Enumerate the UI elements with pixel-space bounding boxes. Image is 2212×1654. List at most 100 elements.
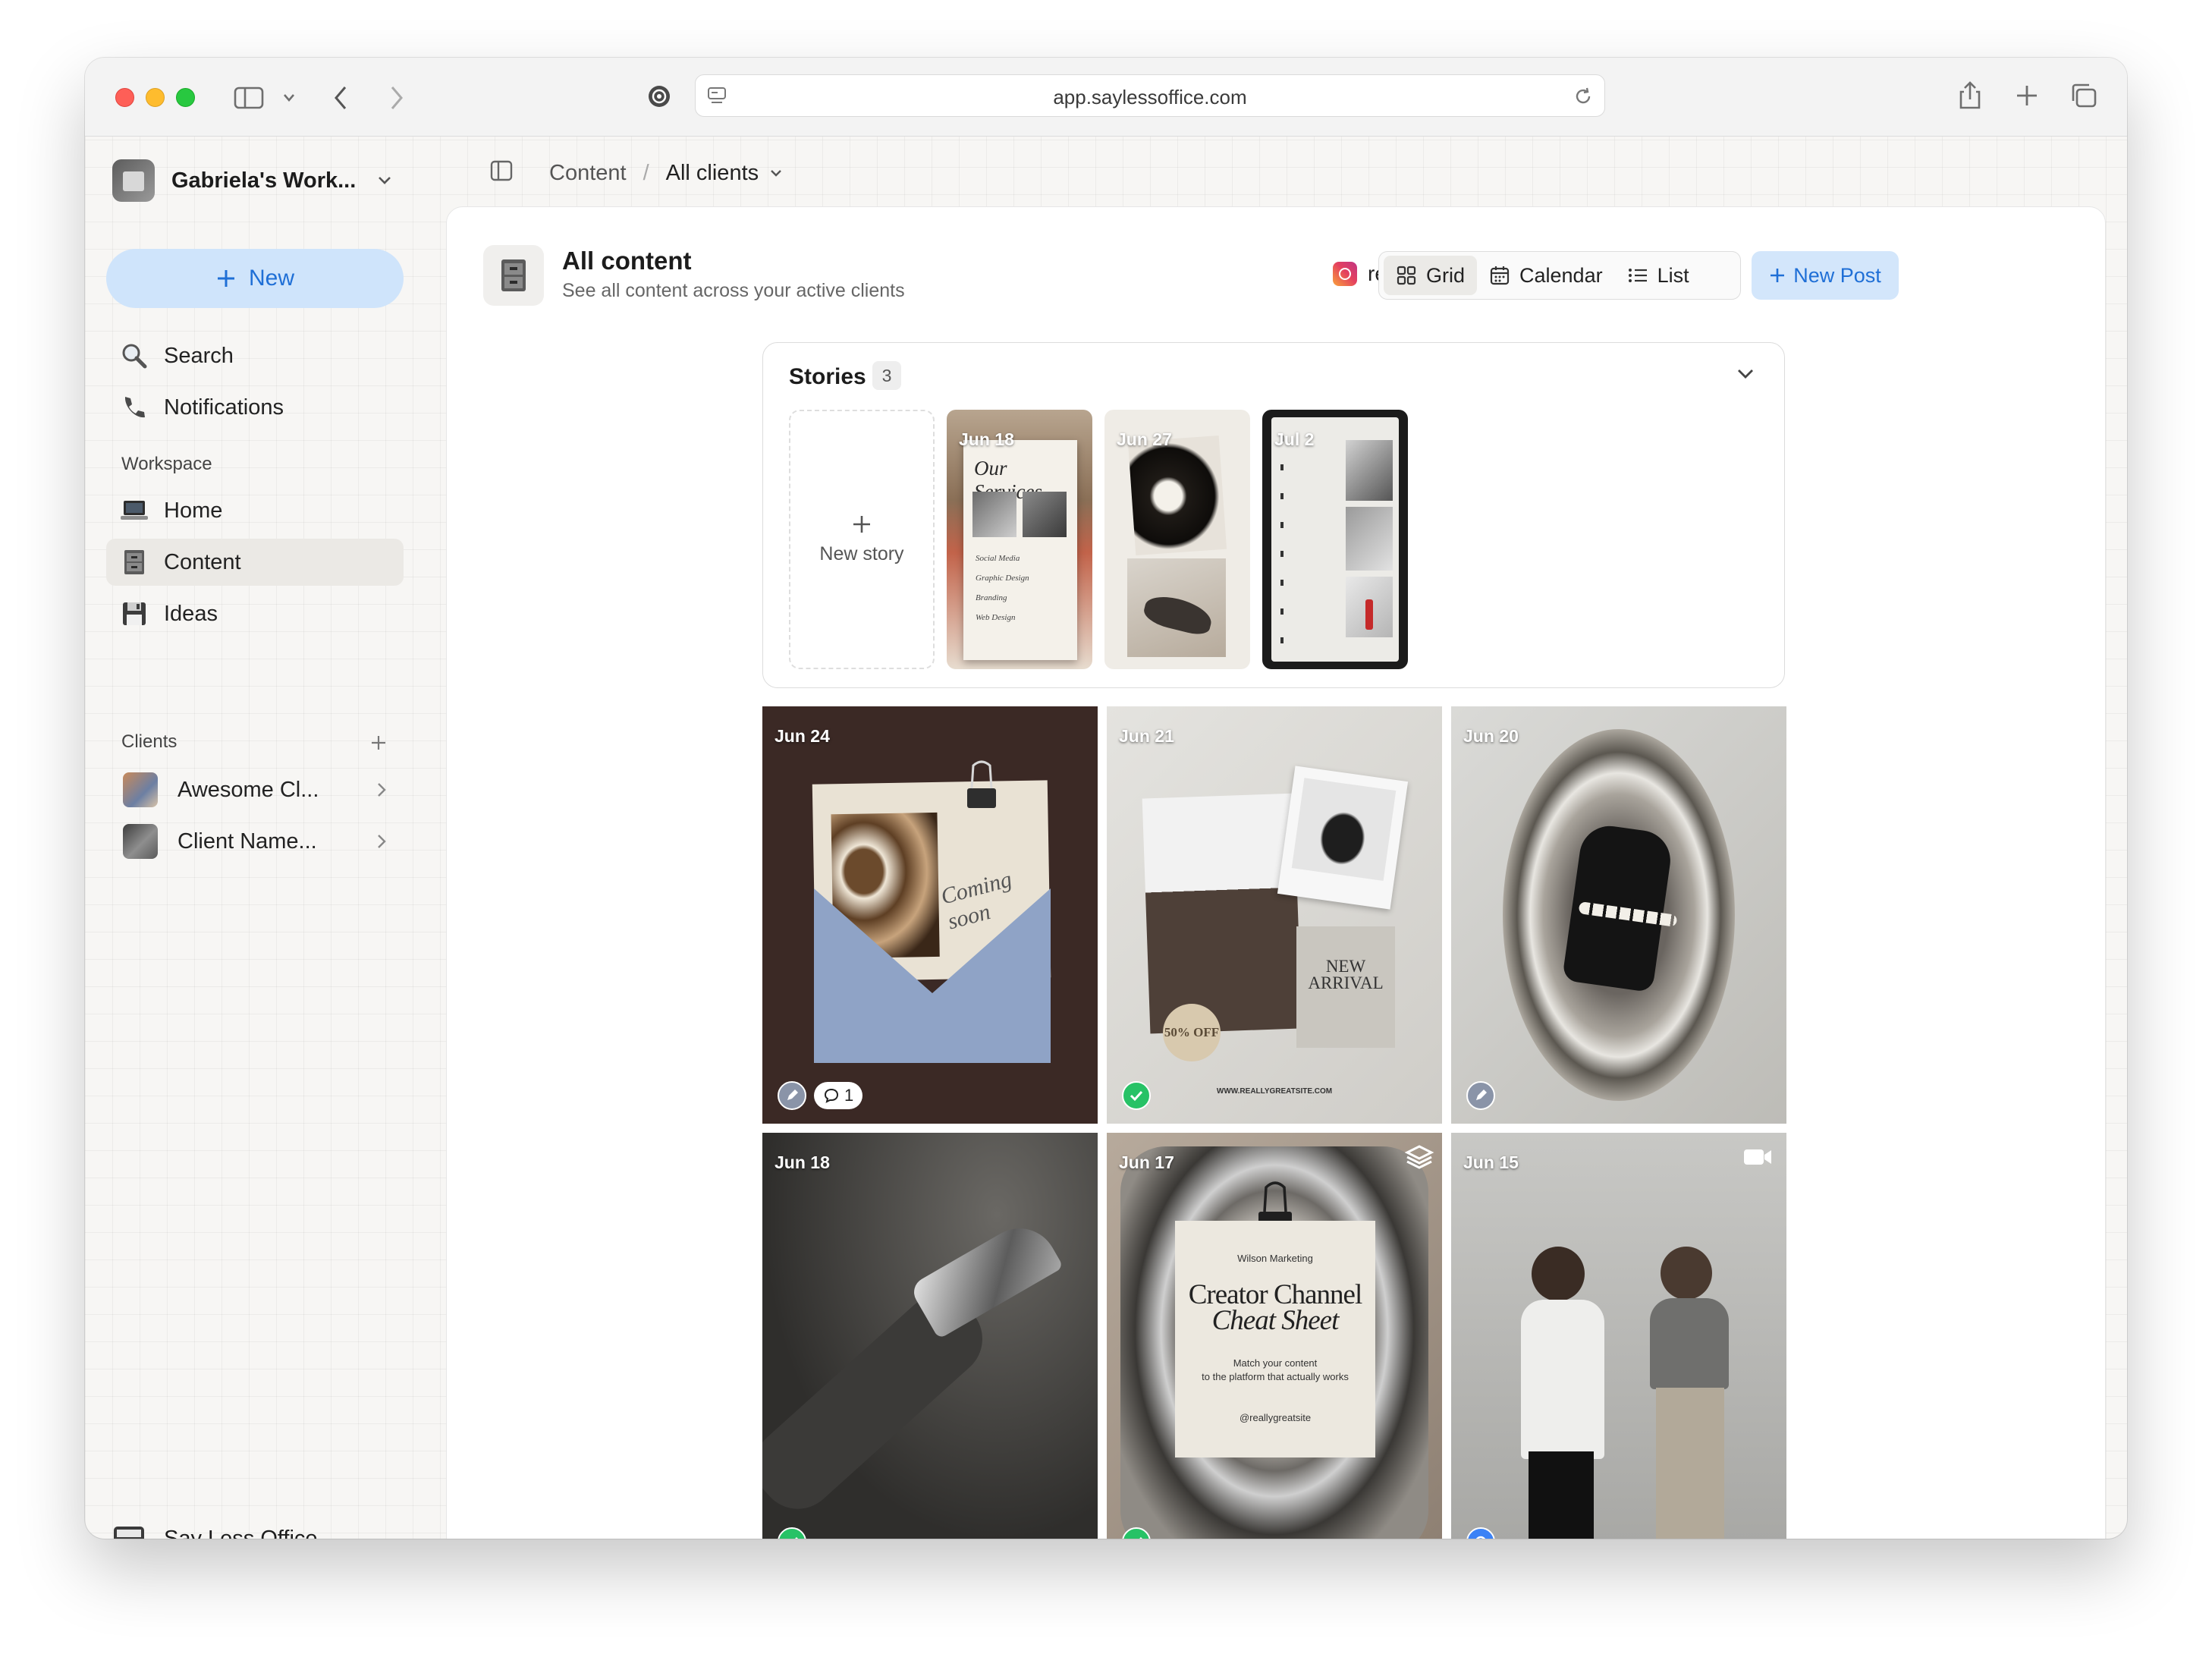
carousel-layers-icon <box>1404 1145 1434 1169</box>
brand-logo-icon <box>114 1527 144 1539</box>
card-kicker: Wilson Marketing <box>1237 1253 1313 1264</box>
post-photo <box>1142 793 1302 1034</box>
sidebar-item-search[interactable]: Search <box>106 332 404 379</box>
card-handle: @reallygreatsite <box>1239 1412 1312 1423</box>
share-icon[interactable] <box>1957 80 1983 111</box>
published-status-icon[interactable] <box>778 1527 806 1539</box>
breadcrumb-separator: / <box>643 160 649 185</box>
sidebar-client-awesome[interactable]: Awesome Cl... <box>106 766 404 813</box>
chevron-down-icon[interactable] <box>282 93 296 103</box>
stories-section: Stories 3 New story Our Services Social … <box>762 342 1785 688</box>
draft-status-icon[interactable] <box>778 1081 806 1110</box>
card-title-line2: Cheat Sheet <box>1211 1305 1340 1336</box>
tab-overview-icon[interactable] <box>2069 82 2098 109</box>
view-list-button[interactable]: List <box>1615 256 1701 295</box>
clients-section-label: Clients <box>121 731 178 752</box>
close-window-button[interactable] <box>115 88 134 107</box>
add-client-icon[interactable] <box>370 734 387 751</box>
content-cabinet-icon <box>483 245 544 306</box>
story-card[interactable]: Jun 27 <box>1104 410 1250 669</box>
new-story-label: New story <box>819 542 904 564</box>
new-story-button[interactable]: New story <box>789 410 935 669</box>
instagram-icon <box>1333 262 1357 286</box>
client-avatar <box>123 824 158 859</box>
post-tile[interactable]: Jun 15 <box>1451 1133 1786 1539</box>
story-line: Graphic Design <box>976 574 1029 583</box>
sidebar-item-label: Home <box>164 498 223 523</box>
new-post-button[interactable]: New Post <box>1752 251 1899 300</box>
comment-icon <box>824 1088 839 1103</box>
discount-seal: 50% OFF <box>1163 1004 1221 1061</box>
laptop-icon <box>118 495 150 527</box>
address-bar[interactable]: app.saylessoffice.com <box>695 74 1605 117</box>
collapse-chevron-icon[interactable] <box>1736 367 1755 381</box>
new-tab-icon[interactable] <box>2015 83 2039 108</box>
post-footer-text: WWW.REALLYGREATSITE.COM <box>1216 1087 1333 1096</box>
plus-icon <box>853 515 870 533</box>
card-body-line2: to the platform that actually works <box>1202 1371 1349 1382</box>
post-person-skirt <box>1656 1388 1724 1539</box>
reload-icon[interactable] <box>1573 86 1594 107</box>
comment-count: 1 <box>844 1086 854 1105</box>
post-tile[interactable]: Jun 18 <box>762 1133 1098 1539</box>
sidebar-client-label: Awesome Cl... <box>178 777 319 802</box>
new-button-label: New <box>248 266 294 291</box>
view-calendar-button[interactable]: Calendar <box>1477 256 1615 295</box>
breadcrumb-current[interactable]: All clients <box>666 161 759 186</box>
story-photo <box>1023 492 1067 537</box>
sidebar-toggle-icon[interactable] <box>234 86 264 109</box>
video-camera-icon <box>1744 1149 1771 1165</box>
view-grid-label: Grid <box>1426 263 1466 287</box>
privacy-icon[interactable] <box>646 83 672 109</box>
sidebar-client-name[interactable]: Client Name... <box>106 818 404 865</box>
breadcrumb-root[interactable]: Content <box>549 161 627 186</box>
story-notebook <box>1271 417 1399 662</box>
brand-footer[interactable]: Say Less Office. <box>112 1524 324 1539</box>
zoom-window-button[interactable] <box>176 88 195 107</box>
sidebar-item-content[interactable]: Content <box>106 539 404 586</box>
post-tile[interactable]: NEW ARRIVAL 50% OFF WWW.REALLYGREATSITE.… <box>1107 706 1442 1124</box>
story-card[interactable]: Our Services Social Media Graphic Design… <box>947 410 1092 669</box>
workspace-avatar <box>112 159 155 202</box>
minimize-window-button[interactable] <box>146 88 165 107</box>
post-tile[interactable]: Jun 20 <box>1451 706 1786 1124</box>
view-grid-button[interactable]: Grid <box>1384 256 1478 295</box>
chevron-down-icon[interactable] <box>769 168 783 178</box>
chevron-right-icon <box>378 783 386 797</box>
post-polaroid <box>1277 766 1409 910</box>
story-card[interactable]: Jul 2 <box>1262 410 1408 669</box>
panel-toggle-icon[interactable] <box>490 159 513 182</box>
forward-icon[interactable] <box>388 85 405 111</box>
sidebar-item-home[interactable]: Home <box>106 487 404 534</box>
sidebar: Gabriela's Work... New Search Notificati… <box>85 137 446 1539</box>
scheduled-status-icon[interactable] <box>1466 1527 1495 1539</box>
binder-clip-icon <box>967 760 996 808</box>
post-person-body <box>1650 1298 1729 1389</box>
post-person-head <box>1661 1247 1712 1300</box>
card-body-line1: Match your content <box>1233 1357 1318 1369</box>
comment-count-badge[interactable]: 1 <box>814 1082 863 1109</box>
url-text[interactable]: app.saylessoffice.com <box>696 86 1604 109</box>
post-tile[interactable]: Wilson Marketing Creator Channel Cheat S… <box>1107 1133 1442 1539</box>
new-button[interactable]: New <box>106 249 404 308</box>
post-paper-title: NEW ARRIVAL <box>1308 957 1384 992</box>
sidebar-item-label: Notifications <box>164 395 284 420</box>
post-date: Jun 18 <box>775 1152 830 1172</box>
workspace-switcher[interactable]: Gabriela's Work... <box>112 158 401 203</box>
post-date: Jun 20 <box>1463 726 1519 746</box>
sidebar-item-ideas[interactable]: Ideas <box>106 590 404 637</box>
brand-name: Say Less Office. <box>164 1526 324 1539</box>
post-note: NEW ARRIVAL <box>1296 926 1395 1048</box>
published-status-icon[interactable] <box>1122 1081 1151 1110</box>
page-title: All content <box>562 247 692 275</box>
browser-window: app.saylessoffice.com Gabriela's Work... <box>85 58 2127 1539</box>
post-date: Jun 21 <box>1119 726 1174 746</box>
sidebar-item-label: Ideas <box>164 601 218 626</box>
story-photo <box>1346 440 1393 501</box>
back-icon[interactable] <box>332 85 349 111</box>
story-photo <box>1346 577 1393 637</box>
draft-status-icon[interactable] <box>1466 1081 1495 1110</box>
post-tile[interactable]: Coming soon Jun 24 1 <box>762 706 1098 1124</box>
sidebar-item-notifications[interactable]: Notifications <box>106 384 404 431</box>
story-date: Jul 2 <box>1274 429 1315 449</box>
